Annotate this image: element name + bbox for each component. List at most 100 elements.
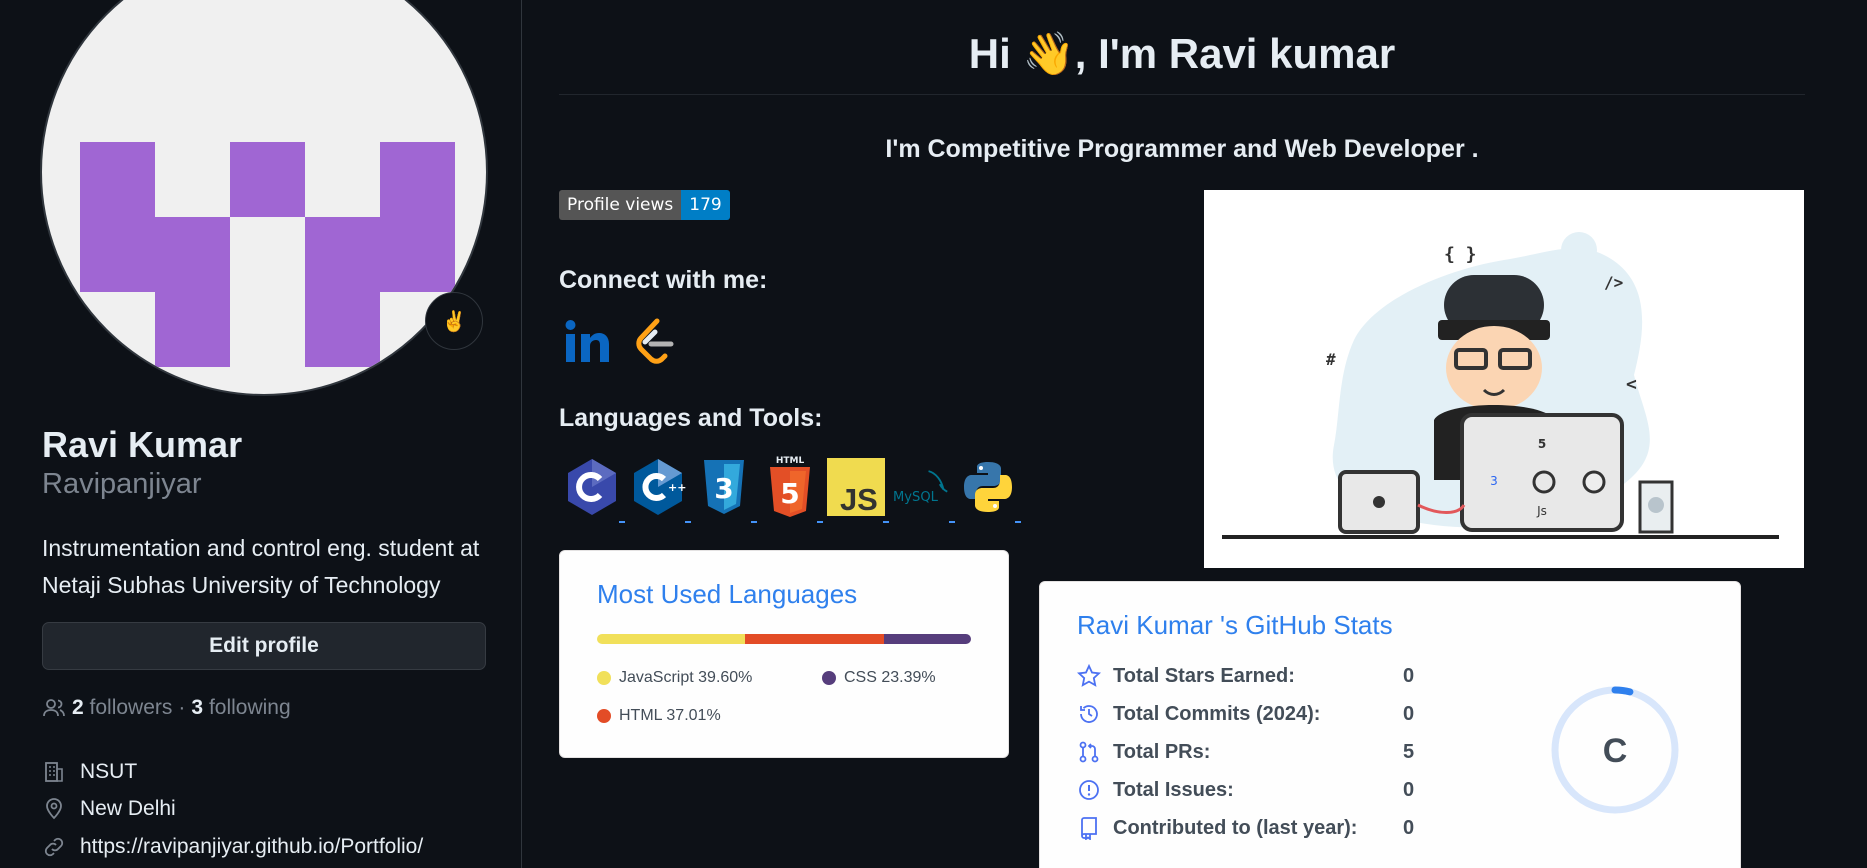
- html5-icon[interactable]: HTML 5: [761, 455, 823, 523]
- lang-item-html: HTML 37.01%: [597, 707, 721, 725]
- lang-item-css: CSS 23.39%: [822, 669, 936, 687]
- stat-row-stars: Total Stars Earned: 0: [1077, 664, 1443, 688]
- readme-title: Hi 👋, I'm Ravi kumar: [968, 30, 1396, 77]
- follow-separator: ·: [178, 696, 186, 719]
- stat-row-prs: Total PRs: 5: [1077, 740, 1443, 764]
- followers-label: followers: [89, 696, 173, 719]
- stat-value: 0: [1403, 702, 1415, 725]
- html-dot: [597, 709, 611, 723]
- stat-row-commits: Total Commits (2024): 0: [1077, 702, 1443, 726]
- stat-value: 0: [1403, 664, 1415, 687]
- star-icon: [1077, 664, 1101, 687]
- stat-label: Total Commits (2024):: [1113, 702, 1321, 725]
- issue-icon: [1079, 780, 1099, 800]
- hero-laptop-css-label: 3: [1490, 474, 1498, 488]
- css3-icon[interactable]: 3: [695, 455, 757, 523]
- leetcode-icon[interactable]: [629, 316, 681, 368]
- location-name: New Delhi: [80, 797, 176, 820]
- lang-bar-javascript: [597, 634, 746, 644]
- readme-subtitle: I'm Competitive Programmer and Web Devel…: [885, 135, 1479, 163]
- avatar[interactable]: [40, 0, 488, 396]
- lang-item-javascript: JavaScript 39.60%: [597, 669, 752, 687]
- stat-row-issues: Total Issues: 0: [1077, 778, 1443, 802]
- svg-text:5: 5: [780, 477, 799, 510]
- follow-stats: 2 followers · 3 following: [42, 696, 291, 720]
- followers-link[interactable]: 2 followers: [72, 696, 172, 720]
- github-stats-card: Ravi Kumar 's GitHub Stats Total Stars E…: [1039, 581, 1741, 868]
- location-icon: [46, 798, 62, 820]
- languages-card: Most Used Languages JavaScript 39.60% CS…: [559, 550, 1009, 758]
- title-divider: [559, 94, 1805, 95]
- python-icon[interactable]: [959, 455, 1021, 523]
- stat-value: 5: [1403, 740, 1415, 763]
- stat-value: 0: [1403, 778, 1415, 801]
- svg-text:++: ++: [668, 481, 686, 494]
- following-count: 3: [191, 696, 204, 719]
- linkedin-icon[interactable]: [563, 316, 615, 368]
- languages-card-title: Most Used Languages: [597, 579, 858, 609]
- following-label: following: [208, 696, 291, 719]
- profile-name: Ravi Kumar: [42, 424, 243, 465]
- status-button[interactable]: ✌️: [425, 292, 483, 350]
- lang-label: CSS 23.39%: [844, 669, 936, 686]
- stat-value: 0: [1403, 816, 1415, 839]
- html-icon-label: HTML: [776, 456, 805, 466]
- hero-laptop-js-label: Js: [1536, 504, 1547, 518]
- lang-label: HTML 37.01%: [619, 707, 721, 724]
- js-icon-label: JS: [840, 482, 878, 517]
- lang-bar-css: [883, 634, 971, 644]
- hero-code-slash: />: [1604, 273, 1623, 292]
- languages-heading: Languages and Tools:: [559, 404, 823, 432]
- organization-name: NSUT: [80, 760, 138, 783]
- history-icon: [1080, 705, 1098, 723]
- followers-count: 2: [72, 696, 84, 719]
- svg-text:3: 3: [714, 472, 733, 505]
- hero-code-angle: <: [1626, 374, 1637, 395]
- following-link[interactable]: 3 following: [191, 696, 290, 720]
- stat-row-contributed: Contributed to (last year): 0: [1077, 816, 1443, 840]
- rank-letter: C: [1603, 732, 1628, 770]
- website-row: https://ravipanjiyar.github.io/Portfolio…: [42, 835, 423, 859]
- website-link[interactable]: https://ravipanjiyar.github.io/Portfolio…: [80, 835, 423, 859]
- edit-profile-button[interactable]: Edit profile: [42, 622, 486, 670]
- hero-laptop-html-label: 5: [1538, 437, 1546, 451]
- identicon-graphic: [80, 142, 455, 367]
- mysql-icon[interactable]: MySQL: [893, 455, 955, 523]
- stat-label: Total PRs:: [1113, 740, 1211, 763]
- stat-label: Total Stars Earned:: [1113, 664, 1295, 687]
- profile-username: Ravipanjiyar: [42, 468, 202, 500]
- c-icon[interactable]: [563, 455, 625, 523]
- stats-card-title: Ravi Kumar 's GitHub Stats: [1077, 610, 1393, 640]
- javascript-dot: [597, 671, 611, 685]
- location-row: New Delhi: [42, 797, 176, 821]
- badge-value: 179: [681, 190, 730, 220]
- stat-label: Contributed to (last year):: [1113, 816, 1358, 839]
- javascript-icon[interactable]: JS: [827, 455, 889, 523]
- rank-ring: C: [1551, 686, 1679, 814]
- pull-request-icon: [1079, 741, 1099, 763]
- lang-bar-html: [745, 634, 884, 644]
- hero-code-braces: { }: [1444, 244, 1477, 265]
- languages-bar: [597, 634, 971, 644]
- tool-icons: ++ 3 HTML 5 JS MySQL: [563, 455, 1021, 523]
- organization-icon: [45, 762, 63, 782]
- repo-icon: [1081, 817, 1097, 840]
- organization-row: NSUT: [42, 760, 137, 784]
- readme-content: Hi 👋, I'm Ravi kumar I'm Competitive Pro…: [559, 0, 1805, 868]
- cplusplus-icon[interactable]: ++: [629, 455, 691, 523]
- hero-code-hash: #: [1326, 350, 1336, 369]
- lang-label: JavaScript 39.60%: [619, 669, 753, 686]
- people-icon: [43, 699, 65, 717]
- developer-illustration: { } /> # < 5 3 Js: [1204, 190, 1804, 568]
- profile-views-badge: Profile views 179: [559, 190, 730, 220]
- stat-label: Total Issues:: [1113, 778, 1234, 801]
- victory-hand-emoji: ✌️: [441, 310, 467, 333]
- link-icon: [44, 837, 64, 857]
- connect-heading: Connect with me:: [559, 266, 768, 294]
- badge-label: Profile views: [559, 190, 682, 220]
- profile-bio: Instrumentation and control eng. student…: [42, 535, 480, 598]
- profile-sidebar: ✌️ Ravi Kumar Ravipanjiyar Instrumentati…: [0, 0, 522, 868]
- mysql-icon-label: MySQL: [893, 490, 939, 505]
- social-links: [563, 316, 681, 368]
- css-dot: [822, 671, 836, 685]
